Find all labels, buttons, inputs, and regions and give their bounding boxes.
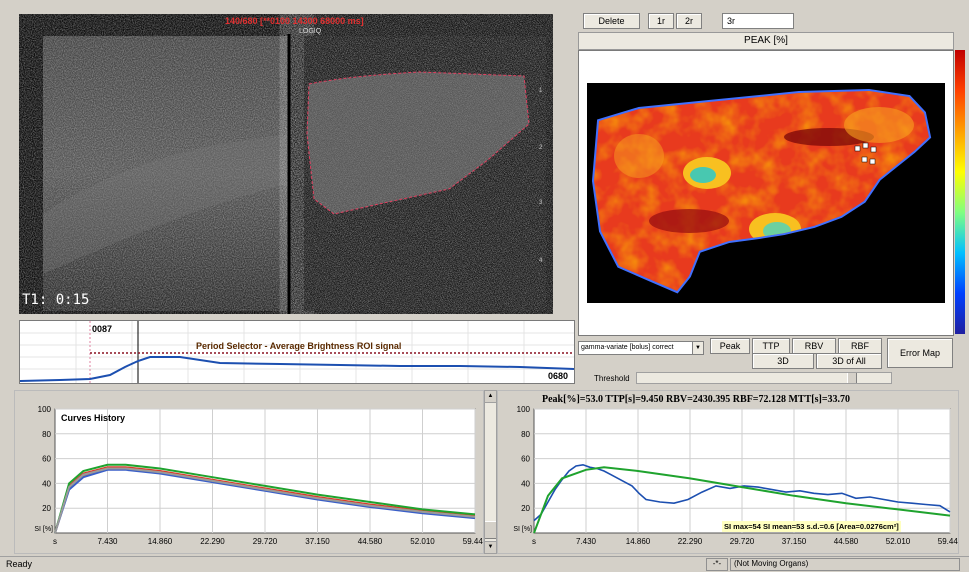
start-frame: 0087 bbox=[92, 324, 113, 334]
tab-3[interactable]: 3r bbox=[722, 13, 794, 29]
logo-text: LOGIQ bbox=[299, 28, 322, 35]
y-axis-label: SI [%] bbox=[34, 526, 53, 533]
x-unit-label: s bbox=[532, 537, 536, 546]
status-ready: Ready bbox=[6, 559, 33, 569]
history-chart-panel: 100 80 60 40 20 7.430 14.860 22.290 29.720 37.150… bbox=[14, 390, 488, 554]
y-tick-label: 60 bbox=[521, 455, 530, 464]
color-scale-bar bbox=[955, 50, 965, 334]
y-tick-label: 100 bbox=[38, 405, 52, 414]
timer-label: T1: 0:15 bbox=[22, 292, 90, 308]
peak-map bbox=[587, 83, 945, 303]
y-axis-label: SI [%] bbox=[513, 526, 532, 533]
y-tick-label: 80 bbox=[42, 430, 51, 439]
y-tick-label: 40 bbox=[521, 479, 530, 488]
x-unit-label: s bbox=[53, 537, 57, 546]
y-tick-label: 60 bbox=[42, 455, 51, 464]
status-bar: Ready -*- (Not Moving Organs) bbox=[0, 556, 969, 572]
x-tick-label: 37.150 bbox=[782, 537, 807, 546]
threshold-label: Threshold bbox=[594, 374, 630, 383]
ultrasound-image: 1234 bbox=[43, 34, 546, 314]
peak-button[interactable]: Peak bbox=[710, 338, 750, 354]
ultrasound-header: 140/680 [**0100 14300 68000 ms] bbox=[225, 16, 364, 26]
fit-chart-stats: SI max=54 SI mean=53 s.d.=0.6 [Area=0.02… bbox=[722, 521, 901, 532]
scroll-down-icon[interactable]: ▼ bbox=[485, 541, 496, 553]
x-tick-label: 59.440 bbox=[938, 537, 958, 546]
ttp-button[interactable]: TTP bbox=[752, 338, 790, 354]
fit-chart-panel: 100 80 60 40 20 7.430 14.860 22.290 29.720 37.150… bbox=[497, 390, 963, 554]
map-title-bar: PEAK [%] bbox=[578, 32, 954, 50]
x-tick-label: 59.440 bbox=[463, 537, 483, 546]
3d-of-all-button[interactable]: 3D of All bbox=[816, 353, 882, 369]
status-mode: (Not Moving Organs) bbox=[730, 558, 960, 571]
y-tick-label: 100 bbox=[517, 405, 531, 414]
x-tick-label: 14.860 bbox=[626, 537, 651, 546]
status-separator: -*- bbox=[706, 558, 728, 571]
fit-chart-header: Peak[%]=53.0 TTP[s]=9.450 RBV=2430.395 R… bbox=[542, 394, 851, 405]
x-tick-label: 7.430 bbox=[576, 537, 597, 546]
tab-2[interactable]: 2r bbox=[676, 13, 702, 29]
x-tick-label: 52.010 bbox=[410, 537, 435, 546]
threshold-handle[interactable] bbox=[847, 373, 857, 383]
y-tick-label: 80 bbox=[521, 430, 530, 439]
x-tick-label: 37.150 bbox=[305, 537, 330, 546]
x-tick-label: 22.290 bbox=[678, 537, 703, 546]
map-panel[interactable] bbox=[578, 50, 954, 336]
history-chart-title: Curves History bbox=[61, 413, 126, 423]
model-select-value: gamma-variate [bolus] correct bbox=[581, 344, 674, 351]
x-tick-label: 22.290 bbox=[200, 537, 225, 546]
ultrasound-view[interactable]: 1234 140/680 [**0100 14300 68000 ms] LOG… bbox=[19, 14, 553, 314]
scroll-thumb[interactable] bbox=[485, 521, 496, 539]
rbv-button[interactable]: RBV bbox=[792, 338, 836, 354]
x-tick-label: 44.580 bbox=[358, 537, 383, 546]
chevron-down-icon[interactable]: ▼ bbox=[692, 342, 703, 354]
scroll-up-icon[interactable]: ▲ bbox=[485, 391, 496, 403]
period-label: Period Selector - Average Brightness ROI… bbox=[196, 341, 402, 351]
rbf-button[interactable]: RBF bbox=[838, 338, 882, 354]
x-tick-label: 7.430 bbox=[97, 537, 118, 546]
error-map-button[interactable]: Error Map bbox=[887, 338, 953, 368]
map-title: PEAK [%] bbox=[744, 35, 788, 46]
x-tick-label: 29.720 bbox=[730, 537, 755, 546]
3d-button[interactable]: 3D bbox=[752, 353, 814, 369]
y-tick-label: 20 bbox=[521, 504, 530, 513]
x-tick-label: 29.720 bbox=[253, 537, 278, 546]
x-tick-label: 44.580 bbox=[834, 537, 859, 546]
tab-1[interactable]: 1r bbox=[648, 13, 674, 29]
model-select[interactable]: gamma-variate [bolus] correct ▼ bbox=[578, 341, 704, 355]
x-tick-label: 52.010 bbox=[886, 537, 911, 546]
delete-button[interactable]: Delete bbox=[583, 13, 640, 29]
end-frame: 0680 bbox=[548, 371, 569, 381]
x-tick-label: 14.860 bbox=[148, 537, 173, 546]
period-selector[interactable]: Period Selector - Average Brightness ROI… bbox=[19, 320, 575, 384]
y-tick-label: 20 bbox=[42, 504, 51, 513]
threshold-slider[interactable] bbox=[636, 372, 892, 384]
y-tick-label: 40 bbox=[42, 479, 51, 488]
chart-scrollbar[interactable]: ▲ ▼ bbox=[484, 390, 497, 554]
